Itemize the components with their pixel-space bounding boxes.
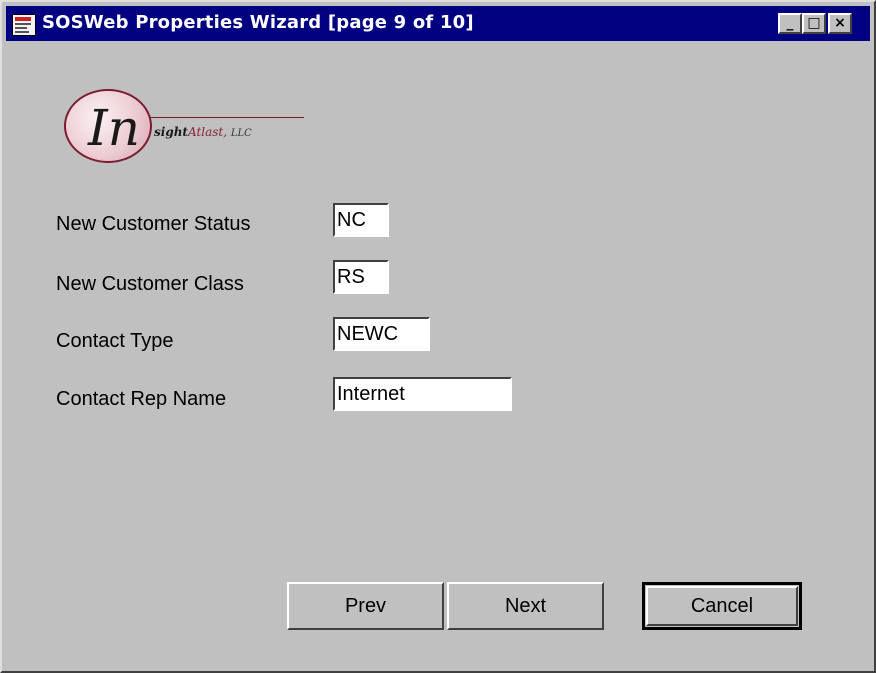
- title-bar[interactable]: SOSWeb Properties Wizard [page 9 of 10] …: [6, 6, 870, 41]
- app-icon[interactable]: [12, 14, 36, 36]
- logo-wordmark: sightAtlast, LLC: [154, 125, 252, 139]
- logo-initials: In: [88, 99, 140, 157]
- cancel-button-label: Cancel: [690, 595, 754, 617]
- new-customer-class-label: New Customer Class: [56, 273, 244, 295]
- window-title: SOSWeb Properties Wizard [page 9 of 10]: [42, 12, 474, 33]
- close-icon: ×: [834, 15, 846, 31]
- next-button[interactable]: Next: [447, 582, 604, 630]
- logo-rule: [150, 117, 304, 118]
- contact-rep-name-field[interactable]: [333, 377, 512, 411]
- new-customer-status-field[interactable]: [333, 203, 389, 237]
- logo-text-brand: Atlast,: [187, 125, 228, 139]
- minimize-icon: _: [786, 15, 794, 31]
- close-button[interactable]: ×: [828, 13, 852, 34]
- contact-type-field[interactable]: [333, 317, 430, 351]
- new-customer-status-label: New Customer Status: [56, 213, 251, 235]
- contact-type-label: Contact Type: [56, 330, 174, 352]
- prev-button[interactable]: Prev: [287, 582, 444, 630]
- maximize-button[interactable]: □: [802, 13, 826, 34]
- minimize-button[interactable]: _: [778, 13, 802, 34]
- cancel-button[interactable]: Cancel: [642, 582, 802, 630]
- new-customer-class-field[interactable]: [333, 260, 389, 294]
- contact-rep-name-label: Contact Rep Name: [56, 388, 227, 410]
- maximize-icon: □: [807, 15, 821, 31]
- logo-text-suffix: LLC: [230, 128, 252, 139]
- company-logo: In sightAtlast, LLC: [62, 87, 322, 169]
- wizard-window: SOSWeb Properties Wizard [page 9 of 10] …: [0, 0, 876, 673]
- logo-text-main: sight: [154, 125, 188, 139]
